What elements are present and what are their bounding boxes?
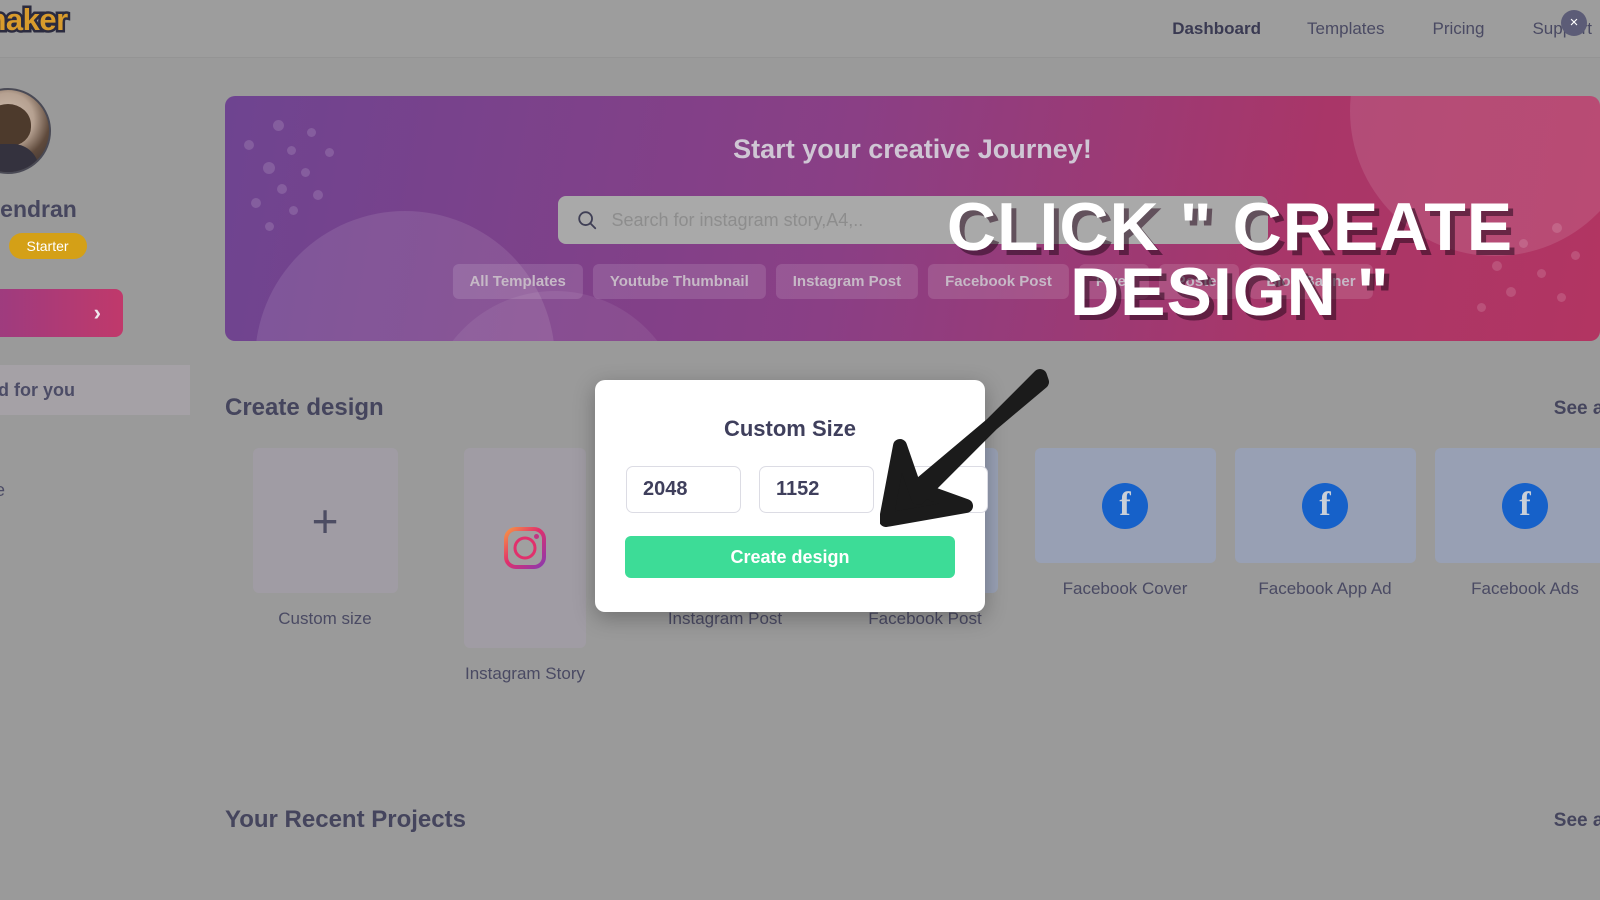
sidebar-item-recommended[interactable]: Recommended for you [0,365,190,415]
decorative-dots [1420,213,1590,333]
card-label: Facebook Cover [1062,579,1188,598]
modal-field-row [626,466,988,513]
brand-logo[interactable]: icmaker [0,0,71,40]
chip-blog-banner[interactable]: Blog Banner [1249,264,1373,299]
plus-icon: + [311,494,339,547]
create-button[interactable]: Create › [0,289,123,337]
create-design-submit-button[interactable]: Create design [625,536,955,578]
card-thumbnail [1034,448,1216,563]
chip-facebook-post[interactable]: Facebook Post [928,264,1069,299]
height-input[interactable] [759,466,874,513]
create-design-heading: Create design [225,394,384,421]
card-facebook-app-ad[interactable]: Facebook App Ad [1225,448,1425,684]
card-thumbnail [464,448,586,648]
custom-size-modal: Custom Size Create design [595,380,988,612]
sidebar-item-brand-kit[interactable]: Brand Kit [0,515,190,565]
search-bar[interactable] [557,196,1268,244]
nav-item-dashboard[interactable]: Dashboard [1172,19,1307,39]
main-nav: Dashboard Templates Pricing Support [1172,0,1600,58]
card-facebook-ads[interactable]: Facebook Ads [1425,448,1600,684]
chip-poster[interactable]: Poster [1158,264,1240,299]
app-root: icmaker Dashboard Templates Pricing Supp… [0,0,1600,900]
sidebar-item-shared-with-me[interactable]: Shared with me [0,465,190,515]
facebook-icon [1502,482,1548,529]
card-facebook-cover[interactable]: Facebook Cover [1025,448,1225,684]
chevron-right-icon: › [93,300,101,325]
card-label: Instagram Post [667,609,783,628]
sidebar-menu: Recommended for you My Designs Shared wi… [0,365,190,615]
close-icon[interactable]: × [1561,10,1587,36]
card-thumbnail [1434,448,1600,563]
sidebar-item-my-workspace[interactable]: My Workspace [0,565,190,615]
banner-title: Start your creative Journey! [733,134,1092,164]
instagram-icon [504,527,546,569]
nav-item-templates[interactable]: Templates [1307,19,1432,39]
modal-title: Custom Size [723,416,857,441]
chip-all-templates[interactable]: All Templates [452,264,583,299]
avatar[interactable] [0,88,51,174]
width-input[interactable] [626,466,741,513]
sidebar: Aleash Surendran aleash Surend... Starte… [0,58,190,900]
recent-projects-heading: Your Recent Projects [225,806,466,833]
create-design-see-all[interactable]: See all [1554,398,1600,420]
recent-projects-see-all[interactable]: See all [1554,810,1600,832]
status-badge[interactable]: Starter [8,233,87,259]
card-thumbnail: + [252,448,398,593]
sidebar-item-my-designs[interactable]: My Designs [0,415,190,465]
chip-youtube-thumbnail[interactable]: Youtube Thumbnail [592,264,766,299]
card-label: Instagram Story [465,664,585,683]
hero-banner: Start your creative Journey! All Templat… [225,96,1600,341]
card-custom-size[interactable]: + Custom size [225,448,425,684]
card-thumbnail [1234,448,1416,563]
facebook-icon [1102,482,1148,529]
card-label: Facebook App Ad [1258,579,1392,598]
card-label: Facebook Ads [1471,579,1579,598]
top-navigation-bar: icmaker Dashboard Templates Pricing Supp… [0,0,1600,58]
decorative-dots [239,110,389,250]
chip-instagram-post[interactable]: Instagram Post [775,264,919,299]
search-input[interactable] [611,209,1250,231]
template-category-chips: All Templates Youtube Thumbnail Instagra… [452,264,1373,299]
unit-select[interactable] [892,466,988,513]
facebook-icon [1302,482,1348,529]
card-label: Custom size [278,609,372,628]
chip-flyer[interactable]: Flyer [1078,264,1149,299]
search-icon [576,209,598,231]
nav-item-pricing[interactable]: Pricing [1432,19,1532,39]
card-label: Facebook Post [868,609,982,628]
user-name: Aleash Surendran [0,196,77,222]
user-meta-row: aleash Surend... Starter [0,233,190,259]
